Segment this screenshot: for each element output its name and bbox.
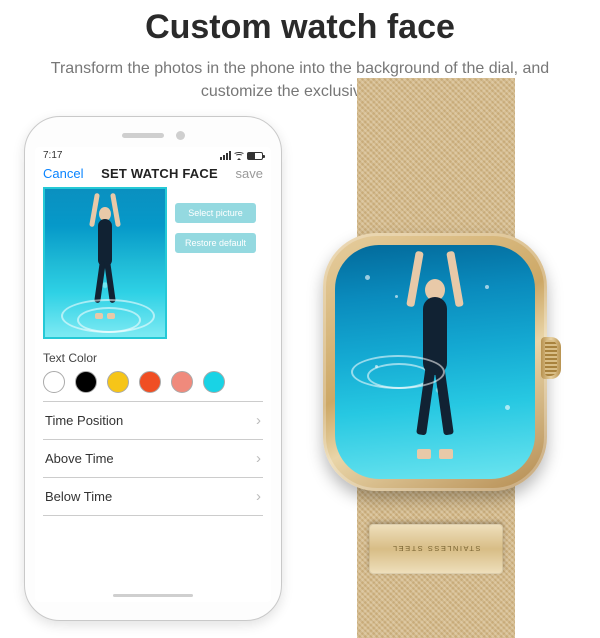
cell-signal-icon <box>220 151 231 160</box>
row-label: Above Time <box>45 451 114 466</box>
restore-default-button[interactable]: Restore default <box>175 233 256 253</box>
speaker-icon <box>122 133 164 138</box>
phone-mockup: 7:17 Cancel SET WATCH FACE save <box>24 116 282 621</box>
phone-screen: 7:17 Cancel SET WATCH FACE save <box>35 147 271 602</box>
nav-bar: Cancel SET WATCH FACE save <box>35 162 271 187</box>
watchface-preview[interactable] <box>43 187 167 339</box>
watch-band-top <box>357 78 515 248</box>
color-swatch-white[interactable] <box>43 371 65 393</box>
color-swatch-orange[interactable] <box>139 371 161 393</box>
color-swatch-cyan[interactable] <box>203 371 225 393</box>
phone-notch <box>103 126 203 144</box>
page-heading: Custom watch face <box>0 8 600 47</box>
status-bar: 7:17 <box>35 147 271 162</box>
row-label: Time Position <box>45 413 123 428</box>
status-time: 7:17 <box>43 150 62 161</box>
color-swatches <box>43 371 263 393</box>
smartwatch-mockup: STAINLESS STEEL <box>281 108 586 608</box>
wifi-icon <box>234 152 244 160</box>
color-swatch-black[interactable] <box>75 371 97 393</box>
camera-icon <box>176 131 185 140</box>
text-color-label: Text Color <box>43 351 263 365</box>
row-below-time[interactable]: Below Time › <box>43 477 263 516</box>
select-picture-button[interactable]: Select picture <box>175 203 256 223</box>
battery-icon <box>247 152 263 160</box>
nav-title: SET WATCH FACE <box>101 166 218 181</box>
color-swatch-coral[interactable] <box>171 371 193 393</box>
row-label: Below Time <box>45 489 112 504</box>
watch-screen[interactable] <box>335 245 535 479</box>
color-swatch-yellow[interactable] <box>107 371 129 393</box>
chevron-right-icon: › <box>256 412 261 429</box>
row-above-time[interactable]: Above Time › <box>43 439 263 477</box>
chevron-right-icon: › <box>256 450 261 467</box>
watch-crown[interactable] <box>541 337 561 379</box>
save-button[interactable]: save <box>236 166 263 181</box>
chevron-right-icon: › <box>256 488 261 505</box>
clasp-text: STAINLESS STEEL <box>391 545 480 554</box>
watch-case <box>323 233 547 491</box>
row-time-position[interactable]: Time Position › <box>43 401 263 439</box>
home-indicator-icon <box>113 594 193 597</box>
cancel-button[interactable]: Cancel <box>43 166 83 181</box>
watch-clasp: STAINLESS STEEL <box>369 524 503 574</box>
